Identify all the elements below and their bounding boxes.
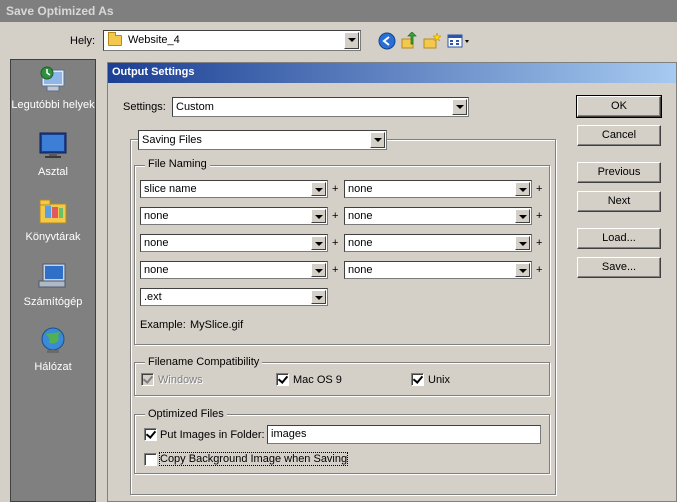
chevron-down-icon[interactable] — [344, 32, 359, 49]
naming-left-1-value: slice name — [144, 183, 197, 195]
naming-right-4[interactable]: none — [344, 261, 532, 279]
folder-icon — [108, 32, 122, 46]
place-desktop-label: Asztal — [38, 166, 68, 178]
panel-title: Output Settings — [112, 66, 195, 78]
file-naming-title: File Naming — [145, 158, 210, 170]
back-icon[interactable] — [378, 32, 396, 50]
window-title-bar: Save Optimized As — [0, 0, 677, 22]
naming-right-2-value: none — [348, 210, 373, 222]
place-computer[interactable]: Számítógép — [11, 261, 95, 309]
location-value: Website_4 — [128, 34, 180, 46]
section-dropdown[interactable]: Saving Files — [138, 130, 387, 150]
put-images-checkbox[interactable] — [144, 428, 157, 441]
extension-value: .ext — [144, 291, 162, 303]
next-button[interactable]: Next — [577, 191, 661, 212]
chevron-down-icon[interactable] — [311, 182, 326, 196]
images-folder-value: images — [271, 428, 307, 440]
naming-left-3[interactable]: none — [140, 234, 328, 252]
chevron-down-icon[interactable] — [311, 290, 326, 304]
place-recent[interactable]: Legutóbbi helyek — [11, 64, 95, 112]
unix-checkbox[interactable] — [411, 373, 424, 386]
windows-checkbox — [141, 373, 154, 386]
plus-sign: + — [332, 264, 339, 276]
images-folder-input[interactable]: images — [267, 425, 541, 444]
extension-dropdown[interactable]: .ext — [140, 288, 328, 306]
places-bar: Legutóbbi helyek Asztal Könyvtárak Számí… — [10, 59, 96, 502]
macos9-checkbox[interactable] — [276, 373, 289, 386]
plus-sign: + — [536, 183, 543, 195]
chevron-down-icon[interactable] — [370, 132, 385, 148]
location-dropdown[interactable]: Website_4 — [103, 30, 361, 51]
copy-background-label: Copy Background Image when Saving — [158, 452, 349, 466]
place-desktop[interactable]: Asztal — [11, 131, 95, 179]
put-images-label: Put Images in Folder: — [160, 429, 265, 441]
example-value: MySlice.gif — [190, 319, 244, 331]
compatibility-title: Filename Compatibility — [145, 356, 263, 368]
place-libraries[interactable]: Könyvtárak — [11, 196, 95, 244]
chevron-down-icon[interactable] — [452, 99, 467, 115]
place-network[interactable]: Hálózat — [11, 326, 95, 374]
network-icon — [41, 327, 65, 353]
plus-sign: + — [332, 237, 339, 249]
naming-left-2[interactable]: none — [140, 207, 328, 225]
optimized-files-title: Optimized Files — [145, 408, 227, 420]
settings-value: Custom — [176, 101, 214, 113]
recent-places-icon — [40, 66, 65, 92]
plus-sign: + — [536, 264, 543, 276]
view-menu-icon[interactable] — [447, 32, 471, 50]
chevron-down-icon[interactable] — [515, 236, 530, 250]
naming-right-3[interactable]: none — [344, 234, 532, 252]
libraries-icon — [39, 199, 67, 224]
naming-right-1-value: none — [348, 183, 373, 195]
ok-button[interactable]: OK — [576, 95, 662, 118]
previous-button[interactable]: Previous — [577, 162, 661, 183]
chevron-down-icon[interactable] — [311, 263, 326, 277]
chevron-down-icon[interactable] — [311, 209, 326, 223]
naming-left-2-value: none — [144, 210, 169, 222]
naming-left-1[interactable]: slice name — [140, 180, 328, 198]
windows-label: Windows — [158, 374, 203, 386]
settings-dropdown[interactable]: Custom — [172, 97, 469, 117]
chevron-down-icon[interactable] — [515, 182, 530, 196]
naming-left-4-value: none — [144, 264, 169, 276]
cancel-button[interactable]: Cancel — [577, 125, 661, 146]
example-label: Example: — [140, 319, 186, 331]
computer-icon — [38, 263, 66, 288]
place-computer-label: Számítógép — [23, 296, 83, 308]
desktop-icon — [39, 132, 67, 158]
naming-right-4-value: none — [348, 264, 373, 276]
chevron-down-icon[interactable] — [515, 263, 530, 277]
unix-label: Unix — [428, 374, 451, 386]
plus-sign: + — [536, 210, 543, 222]
place-libraries-label: Könyvtárak — [25, 231, 81, 243]
optimized-files-group — [134, 414, 550, 474]
macos9-label: Mac OS 9 — [293, 374, 342, 386]
naming-right-3-value: none — [348, 237, 373, 249]
window-title: Save Optimized As — [6, 4, 114, 18]
up-folder-icon[interactable] — [400, 32, 418, 50]
place-network-label: Hálózat — [34, 361, 72, 373]
settings-label: Settings: — [123, 101, 166, 113]
place-recent-label: Legutóbbi helyek — [11, 99, 95, 111]
new-folder-icon[interactable] — [423, 32, 441, 50]
naming-left-4[interactable]: none — [140, 261, 328, 279]
naming-left-3-value: none — [144, 237, 169, 249]
copy-background-checkbox[interactable] — [144, 453, 157, 466]
plus-sign: + — [332, 183, 339, 195]
naming-right-1[interactable]: none — [344, 180, 532, 198]
chevron-down-icon[interactable] — [515, 209, 530, 223]
chevron-down-icon[interactable] — [311, 236, 326, 250]
section-value: Saving Files — [142, 134, 202, 146]
location-label: Hely: — [70, 35, 96, 47]
save-button[interactable]: Save... — [577, 257, 661, 278]
naming-right-2[interactable]: none — [344, 207, 532, 225]
load-button[interactable]: Load... — [577, 228, 661, 249]
panel-header: Output Settings — [108, 63, 676, 83]
plus-sign: + — [332, 210, 339, 222]
output-settings-panel: Output Settings Settings: Custom Saving … — [107, 62, 677, 502]
plus-sign: + — [536, 237, 543, 249]
